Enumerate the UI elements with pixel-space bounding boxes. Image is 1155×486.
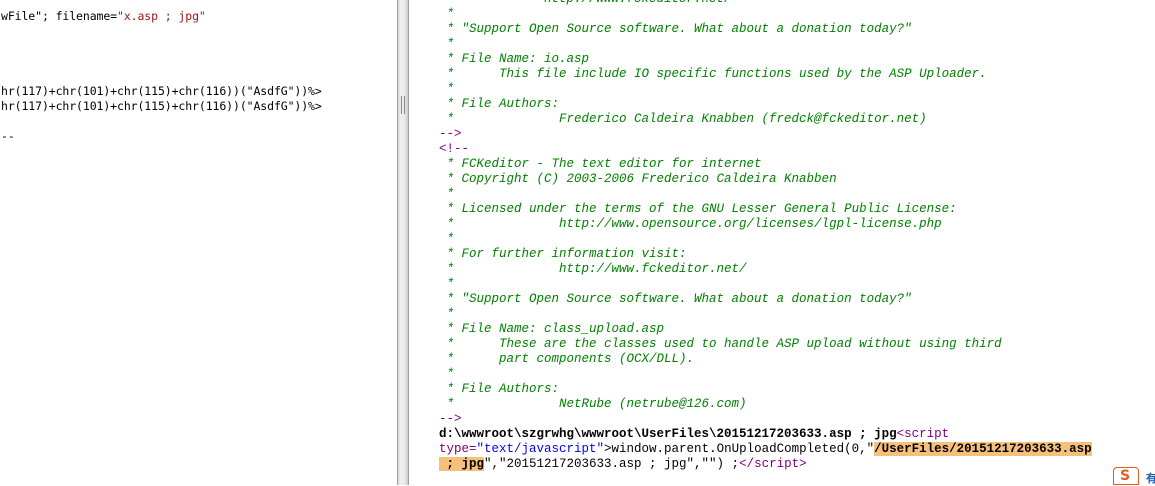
comment-line: * http://www.fckeditor.net/	[439, 0, 1092, 7]
upload-callback: >window.parent.OnUploadCompleted(0,"	[604, 442, 875, 456]
code-text: * http://www.opensource.org/licenses/lgp…	[439, 217, 942, 231]
script-tag-open: <script	[896, 427, 950, 441]
code-text: * FCKeditor - The text editor for intern…	[439, 157, 762, 171]
code-text: * http://www.fckeditor.net/	[439, 262, 747, 276]
comment-line: * FCKeditor - The text editor for intern…	[439, 157, 1092, 172]
comment-line: * File Authors:	[439, 382, 1092, 397]
request-pane[interactable]: wFile"; filename="x.asp ; jpg" hr(117)+c…	[0, 0, 397, 485]
code-text: * For further information visit:	[439, 247, 687, 261]
request-line-payload-1: hr(117)+chr(101)+chr(115)+chr(116))("Asd…	[1, 84, 322, 98]
comment-delimiter-line: <!--	[439, 142, 1092, 157]
comment-line: * Frederico Caldeira Knabben (fredck@fck…	[439, 112, 1092, 127]
script-line: type="text/javascript">window.parent.OnU…	[439, 442, 1092, 457]
comment-delimiter-line: -->	[439, 412, 1092, 427]
tray-glyph: 有	[1146, 472, 1155, 485]
code-text: * File Authors:	[439, 382, 560, 396]
request-line-boundary: --	[1, 129, 15, 143]
code-text: * These are the classes used to handle A…	[439, 337, 1002, 351]
callback-args: ","20151217203633.asp ; jpg","") ;	[484, 457, 740, 471]
comment-line: *	[439, 187, 1092, 202]
comment-line: * These are the classes used to handle A…	[439, 337, 1092, 352]
code-text: *	[439, 277, 455, 291]
comment-line: * File Authors:	[439, 97, 1092, 112]
comment-line: * File Name: class_upload.asp	[439, 322, 1092, 337]
code-text: * Copyright (C) 2003-2006 Frederico Cald…	[439, 172, 837, 186]
comment-line: * NetRube (netrube@126.com)	[439, 397, 1092, 412]
filename-value: "x.asp ; jpg"	[117, 9, 206, 23]
comment-line: * "Support Open Source software. What ab…	[439, 22, 1092, 37]
script-attr: type=	[439, 442, 477, 456]
script-line-end: ; jpg","20151217203633.asp ; jpg","") ;<…	[439, 457, 1092, 472]
comment-line: *	[439, 307, 1092, 322]
code-text: *	[439, 307, 455, 321]
comment-line: * "Support Open Source software. What ab…	[439, 292, 1092, 307]
response-code: * http://www.fckeditor.net/ * * "Support…	[439, 0, 1092, 472]
code-text: *	[439, 232, 455, 246]
code-text: * Licensed under the terms of the GNU Le…	[439, 202, 957, 216]
response-pane[interactable]: * http://www.fckeditor.net/ * * "Support…	[409, 0, 1155, 485]
code-text: *	[439, 7, 455, 21]
comment-line: * File Name: io.asp	[439, 52, 1092, 67]
comment-line: *	[439, 232, 1092, 247]
pane-splitter[interactable]	[397, 0, 409, 485]
comment-line: * For further information visit:	[439, 247, 1092, 262]
code-text: * "Support Open Source software. What ab…	[439, 22, 912, 36]
comment-delimiter-line: -->	[439, 127, 1092, 142]
code-text: * part components (OCX/DLL).	[439, 352, 695, 366]
sogou-ime-icon[interactable]: S	[1113, 467, 1139, 485]
comment-line: *	[439, 367, 1092, 382]
script-attr-value: "text/javascript"	[476, 442, 605, 456]
code-text: *	[439, 82, 455, 96]
upload-path-line: d:\wwwroot\szgrwhg\wwwroot\UserFiles\201…	[439, 427, 1092, 442]
comment-line: * http://www.opensource.org/licenses/lgp…	[439, 217, 1092, 232]
request-line-payload-2: hr(117)+chr(101)+chr(115)+chr(116))("Asd…	[1, 99, 322, 113]
code-text: * http://www.fckeditor.net/	[439, 0, 732, 6]
tag-end: >	[799, 457, 807, 471]
script-tag-close: </script	[739, 457, 800, 471]
code-text: * File Name: class_upload.asp	[439, 322, 665, 336]
comment-line: * http://www.fckeditor.net/	[439, 262, 1092, 277]
comment-line: *	[439, 82, 1092, 97]
uploaded-file-url-suffix: ; jpg	[439, 457, 485, 471]
comment-line: * This file include IO specific function…	[439, 67, 1092, 82]
code-text: * NetRube (netrube@126.com)	[439, 397, 747, 411]
comment-line: * Copyright (C) 2003-2006 Frederico Cald…	[439, 172, 1092, 187]
code-text: * "Support Open Source software. What ab…	[439, 292, 912, 306]
code-text: <!--	[439, 142, 470, 156]
code-text: * This file include IO specific function…	[439, 67, 987, 81]
code-text: *	[439, 37, 455, 51]
comment-line: *	[439, 7, 1092, 22]
code-text: *	[439, 367, 455, 381]
splitter-grip[interactable]	[401, 96, 405, 114]
comment-line: * Licensed under the terms of the GNU Le…	[439, 202, 1092, 217]
code-text: * File Authors:	[439, 97, 560, 111]
request-line-filename: wFile"; filename="x.asp ; jpg"	[1, 9, 206, 23]
code-text: *	[439, 187, 455, 201]
code-text: * File Name: io.asp	[439, 52, 590, 66]
upload-path: d:\wwwroot\szgrwhg\wwwroot\UserFiles\201…	[439, 427, 897, 441]
code-text: * Frederico Caldeira Knabben (fredck@fck…	[439, 112, 927, 126]
response-gutter	[409, 0, 435, 485]
ime-glyph: S	[1120, 468, 1131, 484]
code-text: -->	[439, 412, 462, 426]
code-text: -->	[439, 127, 462, 141]
comment-line: *	[439, 37, 1092, 52]
comment-line: *	[439, 277, 1092, 292]
uploaded-file-url: /UserFiles/20151217203633.asp	[874, 442, 1092, 456]
request-text: wFile"; filename=	[1, 9, 118, 23]
comment-line: * part components (OCX/DLL).	[439, 352, 1092, 367]
